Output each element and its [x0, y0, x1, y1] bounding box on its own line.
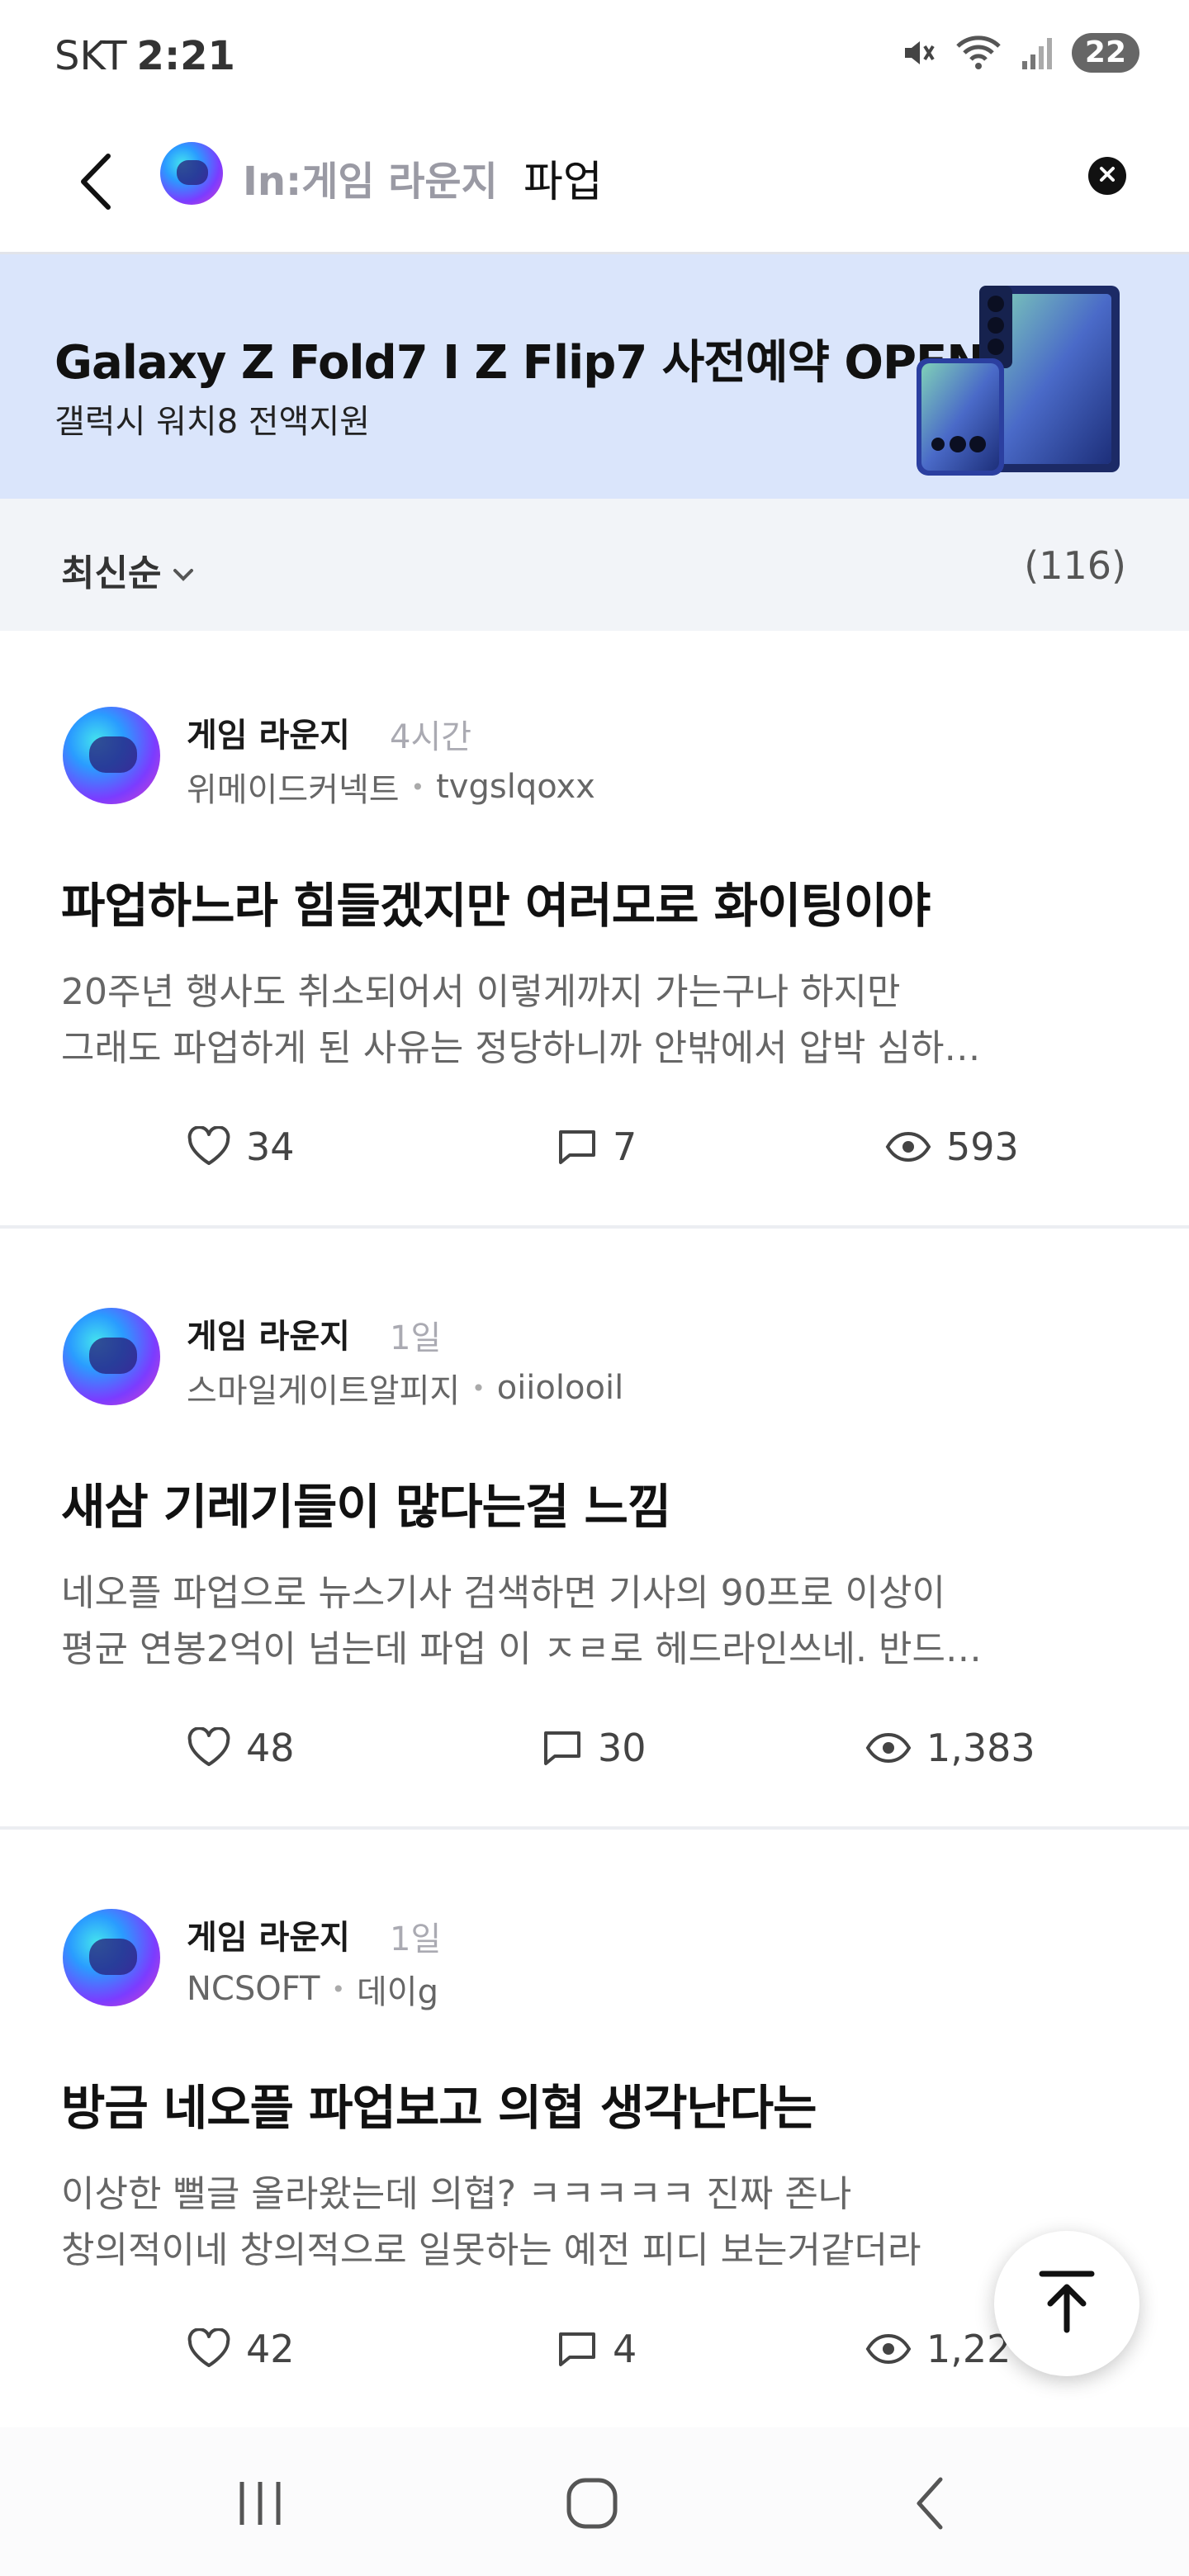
- post-time: 1일: [390, 1920, 442, 1958]
- carrier-label: SKT: [54, 33, 127, 79]
- view-stat: 1,22: [865, 2327, 1011, 2371]
- view-count: 1,22: [926, 2327, 1011, 2371]
- post-author: 데이g: [356, 1973, 438, 2011]
- comment-count: 4: [613, 2327, 637, 2371]
- recent-apps-button[interactable]: [223, 2472, 297, 2538]
- post-time: 4시간: [390, 718, 472, 756]
- like-stat[interactable]: 34: [187, 1125, 295, 1169]
- meta-separator: •: [410, 773, 425, 801]
- phone-product-image: [917, 286, 1120, 476]
- sort-dropdown[interactable]: 최신순: [61, 543, 194, 596]
- status-bar: SKT 2:21 22: [0, 0, 1189, 112]
- post-community[interactable]: 게임 라운지: [187, 1309, 350, 1357]
- mute-icon: [900, 35, 936, 71]
- excerpt-line: 그래도 파업하게 된 사유는 정당하니까 안밖에서 압박 심하…: [61, 1027, 981, 1069]
- search-input[interactable]: 파업: [523, 147, 603, 209]
- like-stat[interactable]: 42: [187, 2327, 295, 2371]
- recent-apps-icon: [234, 2479, 287, 2531]
- comment-icon: [557, 1128, 598, 1166]
- ad-banner[interactable]: Galaxy Z Fold7 I Z Flip7 사전예약 OPEN 갤럭시 워…: [0, 254, 1189, 499]
- post-author-meta: 위메이드커넥트 • tvgslqoxx: [187, 763, 595, 811]
- avatar: [63, 707, 160, 804]
- post-stats: 48 30 1,383: [0, 1726, 1189, 1783]
- like-count: 34: [246, 1125, 295, 1169]
- post-time: 1일: [390, 1319, 442, 1357]
- post-excerpt: 네오플 파업으로 뉴스기사 검색하면 기사의 90프로 이상이 평균 연봉2억이…: [61, 1565, 1135, 1678]
- back-arrow-icon: [75, 151, 116, 215]
- heart-icon: [187, 2328, 231, 2370]
- clear-circle-icon: [1097, 164, 1117, 187]
- back-button[interactable]: [63, 142, 129, 225]
- like-count: 48: [246, 1726, 295, 1770]
- avatar: [63, 1308, 160, 1405]
- ad-title: Galaxy Z Fold7 I Z Flip7 사전예약 OPEN: [54, 336, 985, 390]
- eye-icon: [885, 1130, 931, 1163]
- post-card[interactable]: 게임 라운지 4시간 위메이드커넥트 • tvgslqoxx 파업하느라 힘들겠…: [0, 631, 1189, 1229]
- clock: 2:21: [136, 33, 235, 79]
- post-company: 스마일게이트알피지: [187, 1372, 461, 1410]
- post-title[interactable]: 파업하느라 힘들겠지만 여러모로 화이팅이야: [61, 867, 1135, 936]
- comment-stat[interactable]: 4: [557, 2327, 637, 2371]
- eye-icon: [865, 1731, 912, 1764]
- search-scope-label[interactable]: In:게임 라운지: [243, 149, 498, 206]
- chevron-down-icon: [173, 549, 194, 591]
- post-community[interactable]: 게임 라운지: [187, 708, 350, 756]
- home-icon: [565, 2476, 619, 2534]
- ad-subtitle: 갤럭시 워치8 전액지원: [54, 403, 371, 441]
- view-stat: 1,383: [865, 1726, 1035, 1770]
- post-company: NCSOFT: [187, 1970, 320, 2008]
- like-stat[interactable]: 48: [187, 1726, 295, 1770]
- comment-count: 7: [613, 1125, 637, 1169]
- sort-bar: 최신순 (116): [0, 499, 1189, 631]
- post-author-meta: NCSOFT • 데이g: [187, 1965, 438, 2013]
- comment-stat[interactable]: 30: [542, 1726, 647, 1770]
- excerpt-line: 네오플 파업으로 뉴스기사 검색하면 기사의 90프로 이상이: [61, 1572, 945, 1614]
- system-back-button[interactable]: [892, 2472, 966, 2538]
- post-author-meta: 스마일게이트알피지 • oiiolooil: [187, 1364, 623, 1412]
- eye-icon: [865, 2332, 912, 2365]
- comment-icon: [557, 2330, 598, 2368]
- post-card[interactable]: 게임 라운지 1일 스마일게이트알피지 • oiiolooil 새삼 기레기들이…: [0, 1232, 1189, 1830]
- post-author: oiiolooil: [496, 1369, 624, 1407]
- heart-icon: [187, 1727, 231, 1769]
- status-icons: 22: [900, 33, 1139, 73]
- back-chevron-icon: [911, 2474, 947, 2536]
- comment-count: 30: [598, 1726, 647, 1770]
- sort-label: 최신순: [61, 552, 162, 594]
- post-author: tvgslqoxx: [436, 768, 595, 806]
- post-title[interactable]: 방금 네오플 파업보고 의협 생각난다는: [61, 2069, 1135, 2138]
- post-excerpt: 이상한 뻘글 올라왔는데 의협? ㅋㅋㅋㅋㅋ 진짜 존나 창의적이네 창의적으로…: [61, 2166, 1135, 2279]
- meta-separator: •: [331, 1975, 345, 2003]
- excerpt-line: 이상한 뻘글 올라왔는데 의협? ㅋㅋㅋㅋㅋ 진짜 존나: [61, 2173, 852, 2215]
- post-stats: 34 7 593: [0, 1125, 1189, 1182]
- wifi-icon: [955, 35, 1002, 71]
- comment-stat[interactable]: 7: [557, 1125, 637, 1169]
- view-count: 1,383: [926, 1726, 1035, 1770]
- comment-icon: [542, 1729, 583, 1767]
- avatar: [63, 1909, 160, 2006]
- home-button[interactable]: [555, 2472, 629, 2538]
- status-left: SKT 2:21: [54, 33, 235, 79]
- arrow-up-to-top-icon: [1037, 2269, 1097, 2338]
- clear-search-button[interactable]: [1088, 157, 1126, 195]
- result-count: (116): [1024, 543, 1126, 588]
- post-community[interactable]: 게임 라운지: [187, 1911, 350, 1958]
- signal-icon: [1021, 35, 1054, 71]
- meta-separator: •: [471, 1374, 486, 1402]
- excerpt-line: 창의적이네 창의적으로 일못하는 예전 피디 보는거같더라: [61, 2229, 921, 2271]
- view-stat: 593: [885, 1125, 1019, 1169]
- post-excerpt: 20주년 행사도 취소되어서 이렇게까지 가는구나 하지만 그래도 파업하게 된…: [61, 964, 1135, 1077]
- battery-indicator: 22: [1071, 33, 1139, 73]
- view-count: 593: [946, 1125, 1019, 1169]
- post-title[interactable]: 새삼 기레기들이 많다는걸 느낌: [61, 1468, 1135, 1537]
- scroll-to-top-button[interactable]: [994, 2231, 1139, 2376]
- system-nav-bar: [0, 2427, 1189, 2576]
- excerpt-line: 평균 연봉2억이 넘는데 파업 이 ㅈㄹ로 헤드라인쓰네. 반드…: [61, 1628, 982, 1670]
- heart-icon: [187, 1126, 231, 1167]
- excerpt-line: 20주년 행사도 취소되어서 이렇게까지 가는구나 하지만: [61, 971, 901, 1013]
- community-avatar: [160, 142, 223, 205]
- post-company: 위메이드커넥트: [187, 771, 400, 809]
- like-count: 42: [246, 2327, 295, 2371]
- search-header: In:게임 라운지 파업: [0, 112, 1189, 254]
